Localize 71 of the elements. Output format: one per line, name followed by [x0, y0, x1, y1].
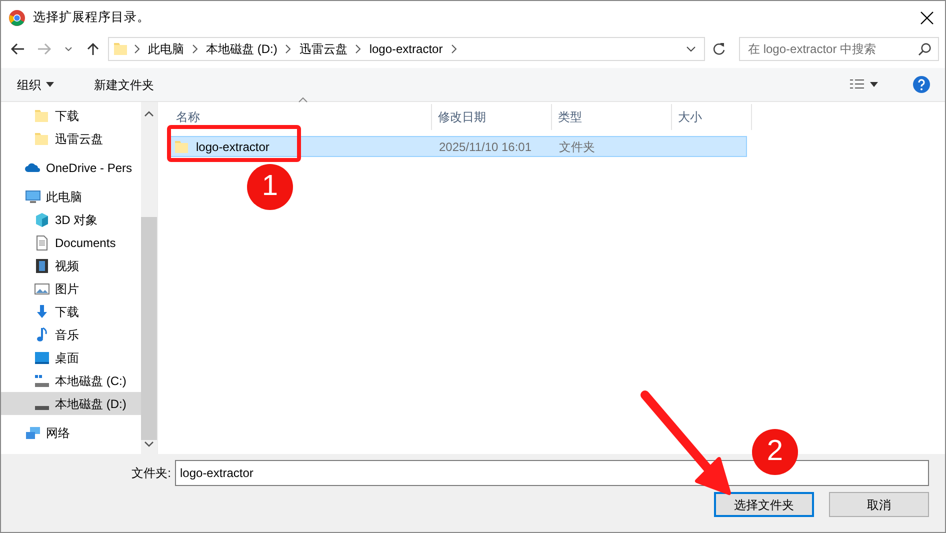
- folder-name-field[interactable]: logo-extractor: [175, 460, 929, 486]
- new-folder-button[interactable]: 新建文件夹: [86, 76, 162, 94]
- sidebar-item[interactable]: 桌面: [1, 346, 141, 369]
- chevron-icon: [354, 44, 362, 54]
- scroll-down-icon: [144, 440, 154, 448]
- breadcrumb[interactable]: 迅雷云盘: [296, 40, 350, 58]
- sidebar-item[interactable]: 本地磁盘 (C:): [1, 369, 141, 392]
- cube-icon: [34, 212, 50, 228]
- table-cell-text: 2025/11/10 16:01: [438, 138, 533, 156]
- folder-icon: [113, 41, 129, 57]
- sidebar-item[interactable]: 迅雷云盘: [1, 127, 141, 150]
- sidebar-item[interactable]: 图片: [1, 277, 141, 300]
- drive-icon: [35, 406, 49, 410]
- file-name: logo-extractor: [196, 138, 270, 156]
- scroll-up-icon: [144, 110, 154, 118]
- sidebar-item[interactable]: 下载: [1, 104, 141, 127]
- breadcrumb[interactable]: logo-extractor: [366, 40, 446, 58]
- caret-icon: [46, 82, 54, 88]
- document-icon: [34, 234, 50, 250]
- download-icon: [34, 304, 50, 320]
- sidebar-item[interactable]: 视频: [1, 254, 141, 277]
- network-icon: [25, 424, 41, 440]
- sidebar-item[interactable]: 此电脑: [1, 185, 141, 208]
- column-header[interactable]: 名称: [158, 104, 432, 130]
- back-arrow-icon: [10, 41, 26, 57]
- column-header[interactable]: 类型: [552, 104, 672, 130]
- select-folder-button[interactable]: 选择文件夹: [714, 492, 814, 517]
- chevron-icon: [450, 44, 458, 54]
- desktop-icon: [34, 350, 50, 366]
- caret-icon: [65, 47, 72, 51]
- chevron-icon: [284, 44, 292, 54]
- up-arrow-icon: [85, 41, 101, 57]
- folder-icon: [34, 108, 50, 124]
- folder-icon: [174, 138, 190, 154]
- field-label: 文件夹:: [132, 465, 171, 482]
- chevron-icon: [133, 44, 141, 54]
- column-header[interactable]: 大小: [672, 104, 752, 130]
- column-header[interactable]: 修改日期: [432, 104, 552, 130]
- search-field[interactable]: 在 logo-extractor 中搜索: [739, 37, 939, 61]
- sidebar-item[interactable]: 3D 对象: [1, 208, 141, 231]
- list-view-icon: [849, 78, 865, 92]
- forward-arrow-icon: [36, 41, 52, 57]
- table-cell-text: 文件夹: [558, 138, 596, 156]
- monitor-icon: [25, 188, 41, 204]
- window-title: 选择扩展程序目录。: [33, 9, 151, 26]
- search-icon: [918, 42, 932, 56]
- step-number: 1: [247, 164, 293, 210]
- music-note-icon: [34, 326, 50, 342]
- breadcrumb[interactable]: 本地磁盘 (D:): [203, 40, 280, 58]
- sidebar-item[interactable]: Documents: [1, 231, 141, 254]
- organize-button[interactable]: 组织: [9, 76, 62, 94]
- sidebar-item[interactable]: 下载: [1, 300, 141, 323]
- drive-icon: [34, 372, 50, 388]
- sidebar-item[interactable]: 本地磁盘 (D:): [1, 392, 141, 415]
- breadcrumb[interactable]: 此电脑: [145, 40, 187, 58]
- address-bar[interactable]: 此电脑 本地磁盘 (D:) 迅雷云盘 logo-extractor: [108, 37, 705, 61]
- film-icon: [34, 258, 50, 274]
- sort-caret-icon: [298, 97, 308, 103]
- help-icon: [913, 76, 930, 93]
- cancel-button[interactable]: 取消: [829, 492, 929, 517]
- browser-logo-icon: [9, 10, 25, 26]
- sidebar-item[interactable]: 网络: [1, 421, 141, 444]
- chevron-icon: [191, 44, 199, 54]
- folder-icon: [34, 130, 50, 146]
- scrollbar[interactable]: [141, 102, 157, 454]
- step-number: 2: [752, 429, 798, 475]
- sidebar-item[interactable]: 音乐: [1, 323, 141, 346]
- image-icon: [34, 280, 50, 296]
- caret-icon: [870, 82, 878, 88]
- help-button[interactable]: [910, 76, 933, 93]
- sidebar-item[interactable]: OneDrive - Pers: [1, 156, 141, 179]
